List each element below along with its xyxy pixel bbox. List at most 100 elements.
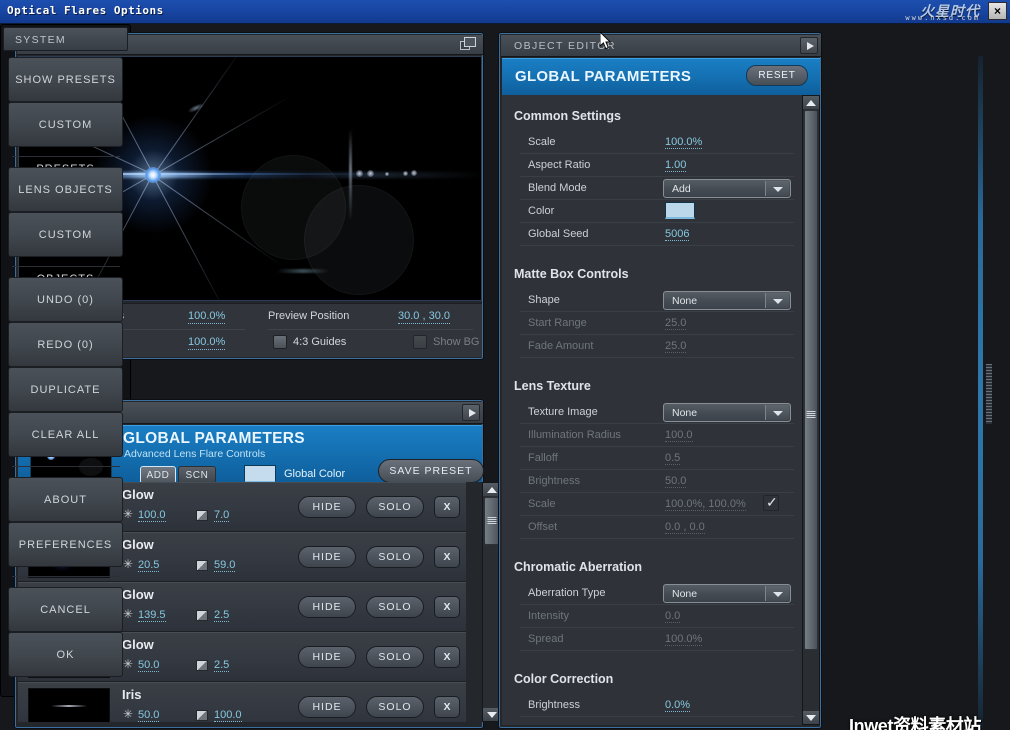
object-brightness-value[interactable]: 20.5	[138, 559, 160, 572]
system-button-preferences[interactable]: PREFERENCES	[8, 522, 123, 567]
property-value[interactable]: 5006	[665, 228, 690, 241]
system-button-about[interactable]: ABOUT	[8, 477, 123, 522]
system-button-ok[interactable]: OK	[8, 632, 123, 677]
object-editor-body: Common Settings Scale 100.0% Aspect Ratio 1.…	[502, 95, 802, 725]
property-row: Illumination Radius 100.0	[510, 424, 794, 447]
property-value: 0.5	[665, 452, 681, 465]
size-icon	[196, 660, 208, 671]
solo-button[interactable]: SOLO	[366, 646, 424, 668]
chevron-right-icon[interactable]	[800, 37, 818, 54]
scroll-down-icon[interactable]	[803, 711, 819, 724]
property-row[interactable]: Blend Mode Add	[510, 177, 794, 200]
delete-button[interactable]: X	[434, 546, 460, 568]
scrollbar-thumb[interactable]	[804, 110, 818, 650]
system-button-lens-objects[interactable]: LENS OBJECTS	[8, 167, 123, 212]
dropdown-select[interactable]: Add	[663, 179, 791, 198]
object-editor-scrollbar[interactable]	[802, 95, 820, 725]
object-brightness-value[interactable]: 100.0	[138, 509, 166, 522]
solo-button[interactable]: SOLO	[366, 696, 424, 718]
property-value: 0.0	[665, 610, 681, 623]
system-button-undo-0[interactable]: UNDO (0)	[8, 277, 123, 322]
property-value[interactable]: 0.0%	[665, 699, 691, 712]
section-title: Common Settings	[514, 109, 621, 123]
window-title: Optical Flares Options	[7, 4, 164, 17]
global-color-swatch[interactable]	[244, 465, 276, 483]
property-row[interactable]: Shape None	[510, 289, 794, 312]
object-brightness-value[interactable]: 139.5	[138, 609, 166, 622]
popout-icon[interactable]	[460, 37, 477, 52]
system-button-custom-objects[interactable]: CUSTOM OBJECTS	[8, 212, 123, 285]
size-icon	[196, 710, 208, 721]
property-row[interactable]: Texture Image None	[510, 401, 794, 424]
resize-grip[interactable]	[986, 364, 992, 424]
hide-button[interactable]: HIDE	[298, 596, 356, 618]
showbg-checkbox[interactable]	[413, 335, 427, 349]
delete-button[interactable]: X	[434, 646, 460, 668]
delete-button[interactable]: X	[434, 496, 460, 518]
system-button-show-presets[interactable]: SHOW PRESETS	[8, 57, 123, 102]
object-size-value[interactable]: 59.0	[214, 559, 236, 572]
guides-checkbox[interactable]	[273, 335, 287, 349]
brightness-icon: ✳	[122, 507, 134, 521]
color-swatch[interactable]	[665, 202, 695, 219]
property-row[interactable]: Aspect Ratio 1.00	[510, 154, 794, 177]
object-brightness-value[interactable]: 50.0	[138, 709, 160, 722]
system-button-duplicate[interactable]: DUPLICATE	[8, 367, 123, 412]
object-name: Iris	[122, 687, 142, 702]
solo-button[interactable]: SOLO	[366, 496, 424, 518]
preview-position-value[interactable]: 30.0 , 30.0	[398, 310, 450, 324]
property-label: Blend Mode	[528, 182, 587, 194]
chevron-right-icon[interactable]	[462, 404, 480, 421]
size-icon	[196, 560, 208, 571]
property-row[interactable]: Color	[510, 200, 794, 223]
chevron-down-icon[interactable]	[765, 181, 789, 196]
table-row[interactable]: Iris ✳ 50.0 100.0 HIDE SOLO X	[18, 682, 466, 722]
delete-button[interactable]: X	[434, 596, 460, 618]
solo-button[interactable]: SOLO	[366, 596, 424, 618]
right-rail	[978, 56, 983, 729]
dropdown-select[interactable]: None	[663, 403, 791, 422]
chevron-down-icon[interactable]	[765, 405, 789, 420]
chevron-down-icon[interactable]	[765, 293, 789, 308]
hide-button[interactable]: HIDE	[298, 546, 356, 568]
hide-button[interactable]: HIDE	[298, 496, 356, 518]
property-label: Aberration Type	[528, 587, 606, 599]
property-row[interactable]: Aberration Type None	[510, 582, 794, 605]
property-value[interactable]: 1.00	[665, 159, 687, 172]
property-value[interactable]: 100.0%	[665, 136, 703, 149]
system-button-custom-presets[interactable]: CUSTOM PRESETS	[8, 102, 123, 175]
system-button-clear-all[interactable]: CLEAR ALL	[8, 412, 123, 457]
section-title: Chromatic Aberration	[514, 560, 643, 574]
solo-button[interactable]: SOLO	[366, 546, 424, 568]
dropdown-value: None	[672, 407, 698, 419]
property-value: 25.0	[665, 317, 687, 330]
property-row: Intensity 0.0	[510, 605, 794, 628]
preview-brightness-value[interactable]: 100.0%	[188, 310, 226, 324]
property-row[interactable]: Scale 100.0%	[510, 131, 794, 154]
object-size-value[interactable]: 2.5	[214, 609, 230, 622]
scroll-up-icon[interactable]	[803, 96, 819, 109]
close-icon[interactable]: ×	[988, 2, 1007, 20]
object-size-value[interactable]: 100.0	[214, 709, 242, 722]
object-brightness-value[interactable]: 50.0	[138, 659, 160, 672]
optical-flares-window: Optical Flares Options 火星时代 www.hxsd.com…	[0, 0, 1010, 730]
dropdown-select[interactable]: None	[663, 584, 791, 603]
property-row: Offset 0.0 , 0.0	[510, 516, 794, 539]
object-size-value[interactable]: 2.5	[214, 659, 230, 672]
reset-button[interactable]: RESET	[746, 65, 808, 86]
hide-button[interactable]: HIDE	[298, 646, 356, 668]
property-row[interactable]: Brightness 0.0%	[510, 694, 794, 717]
object-size-value[interactable]: 7.0	[214, 509, 230, 522]
chevron-down-icon[interactable]	[765, 586, 789, 601]
property-row[interactable]: Global Seed 5006	[510, 223, 794, 246]
delete-button[interactable]: X	[434, 696, 460, 718]
property-label: Offset	[528, 521, 558, 533]
hide-button[interactable]: HIDE	[298, 696, 356, 718]
system-button-cancel[interactable]: CANCEL	[8, 587, 123, 632]
section-title: Matte Box Controls	[514, 267, 629, 281]
dropdown-select[interactable]: None	[663, 291, 791, 310]
system-button-redo-0[interactable]: REDO (0)	[8, 322, 123, 367]
lock-aspect-checkbox[interactable]	[763, 494, 779, 511]
save-preset-button[interactable]: SAVE PRESET	[378, 459, 484, 483]
preview-scale-value[interactable]: 100.0%	[188, 336, 226, 350]
